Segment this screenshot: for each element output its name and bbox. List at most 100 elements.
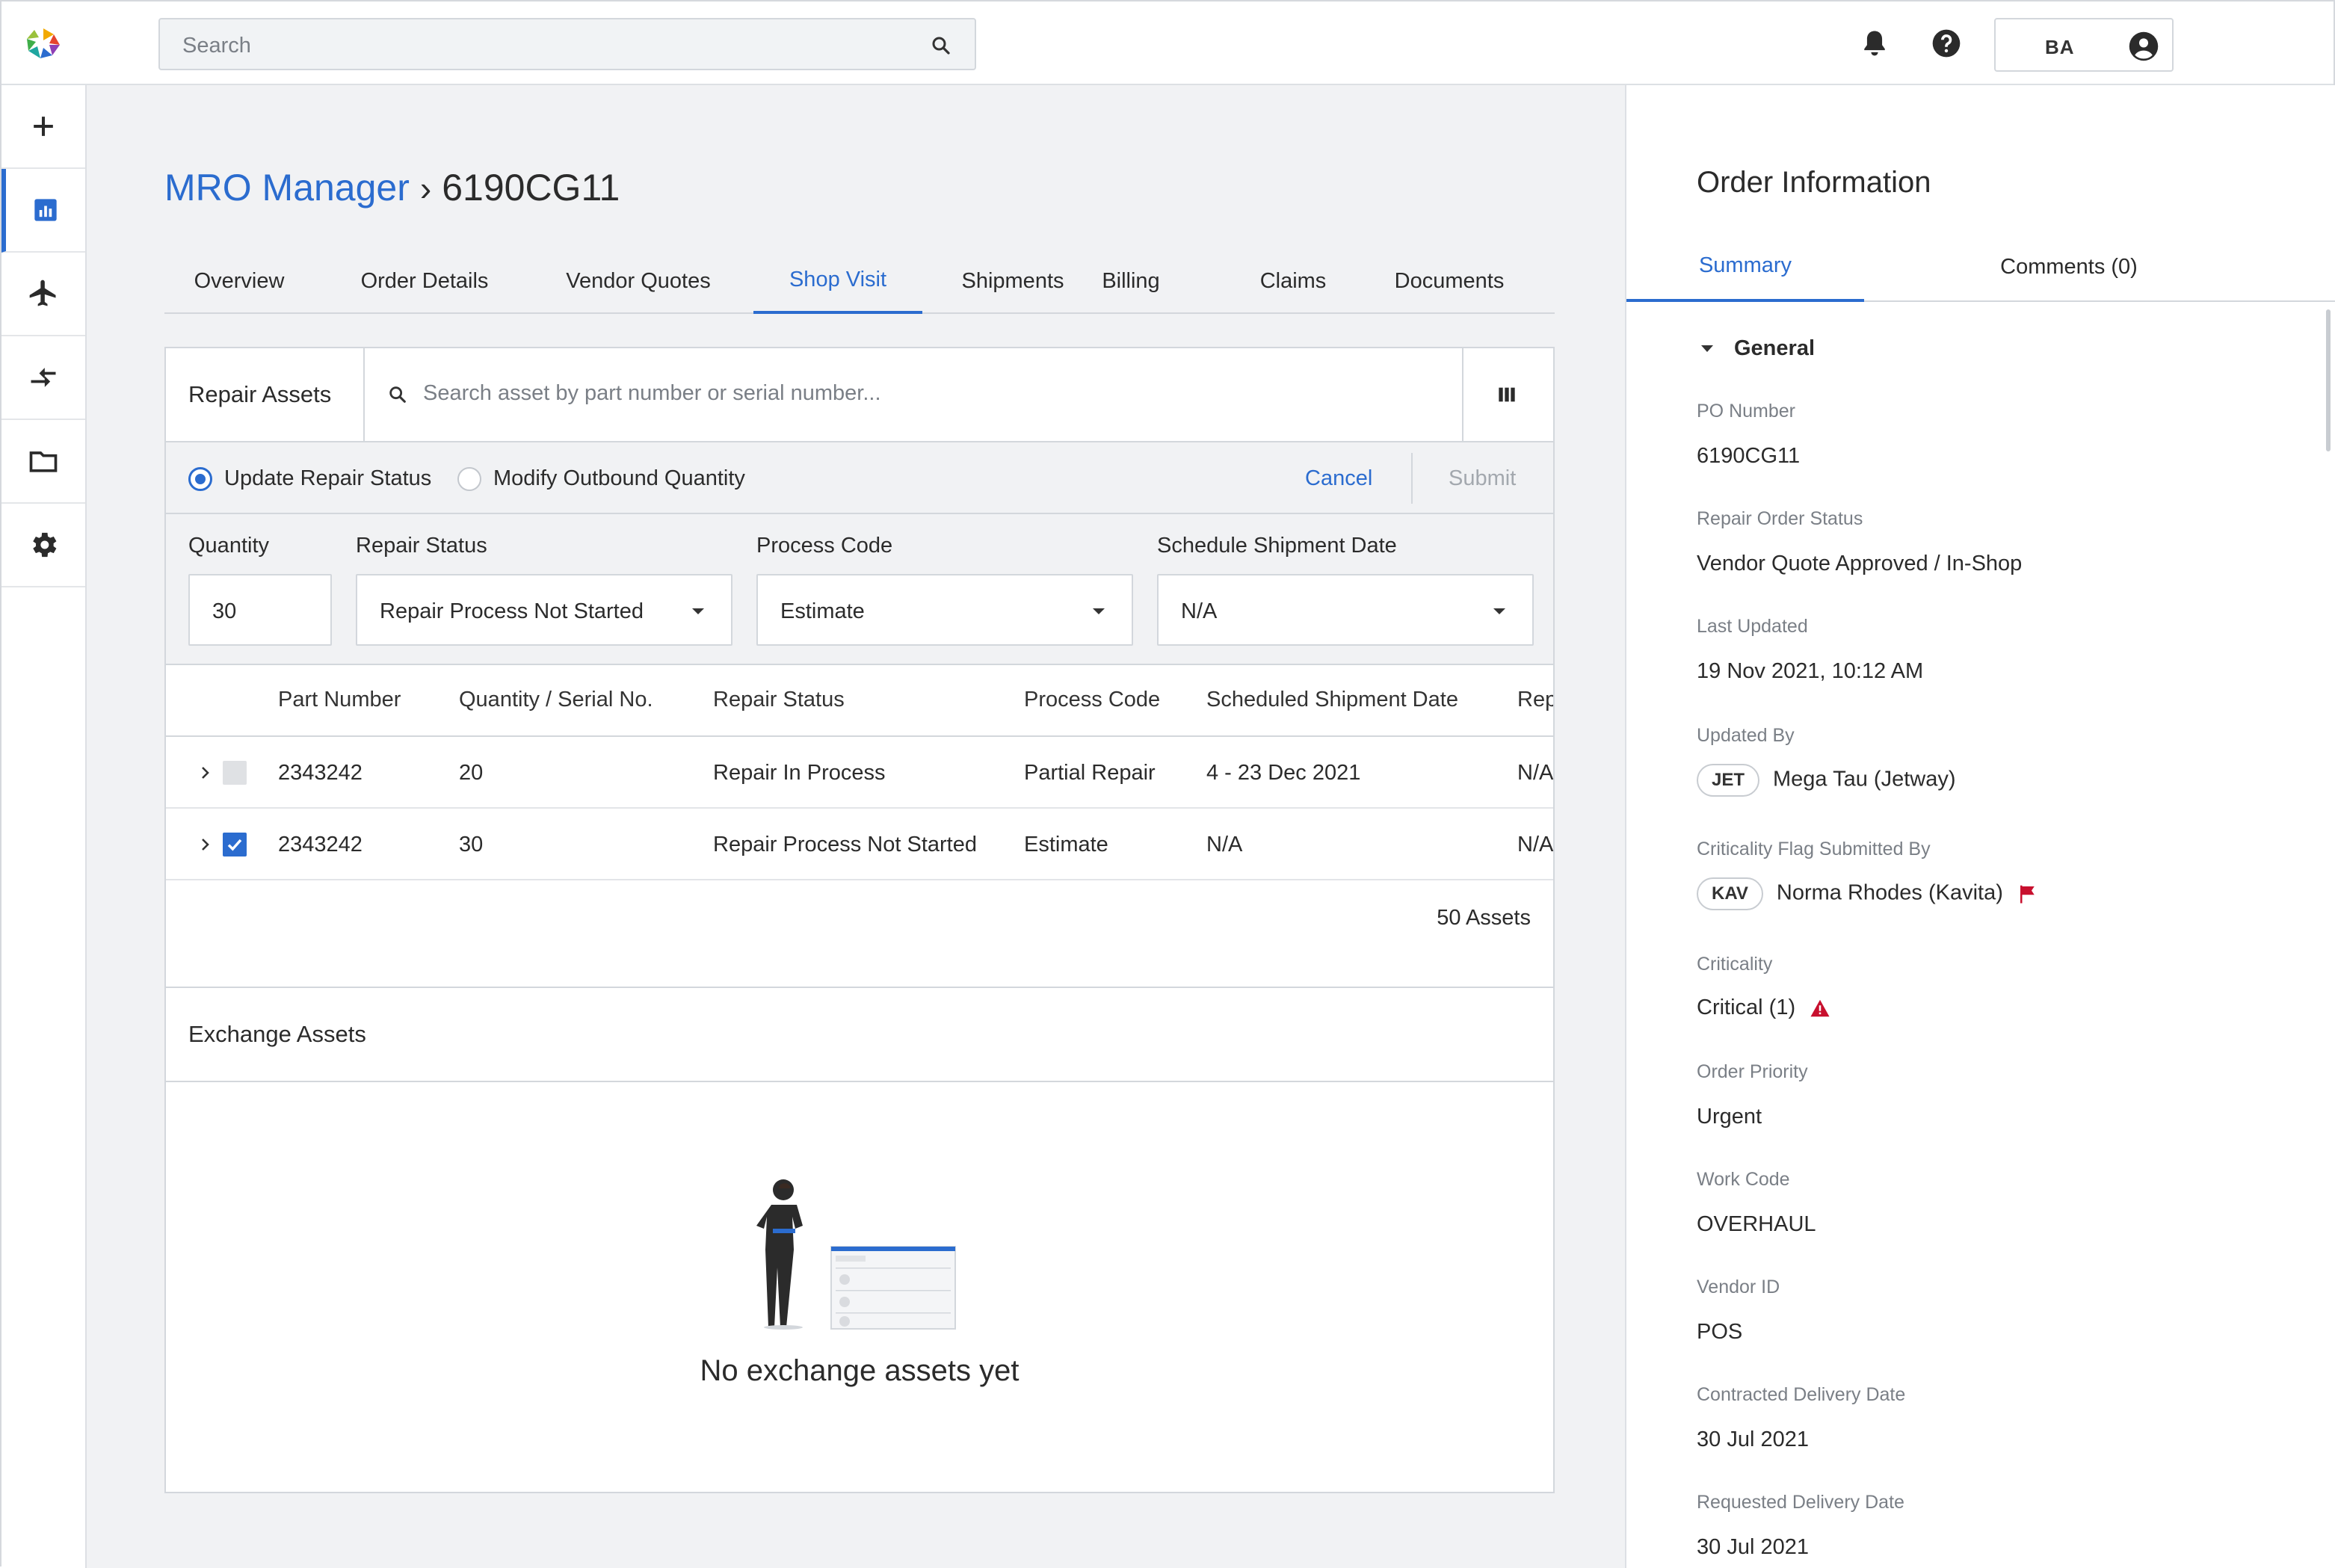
order-priority-value: Urgent	[1697, 1105, 1762, 1129]
repair-order-status-value: Vendor Quote Approved / In-Shop	[1697, 552, 2023, 575]
bar-chart-icon	[34, 199, 57, 221]
plus-icon	[34, 117, 53, 136]
nav-documents-item[interactable]	[1, 420, 85, 504]
general-section-toggle[interactable]: General	[1701, 336, 1815, 361]
cancel-button[interactable]: Cancel	[1305, 466, 1372, 491]
tab-shop-visit[interactable]: Shop Visit	[753, 248, 922, 314]
cell-quantity: 30	[459, 833, 484, 856]
schedule-shipment-date-label: Schedule Shipment Date	[1157, 534, 1397, 558]
chevron-right-icon[interactable]	[196, 836, 214, 854]
updated-by-value: Mega Tau (Jetway)	[1773, 767, 1956, 791]
modify-outbound-quantity-radio[interactable]	[457, 467, 481, 491]
repair-assets-header: Repair Assets Search asset by part numbe…	[166, 348, 1553, 442]
tab-documents[interactable]: Documents	[1393, 248, 1505, 314]
cell-rep: N/A	[1517, 761, 1553, 785]
column-header-repair-status[interactable]: Repair Status	[713, 688, 845, 712]
global-search-input[interactable]: Search	[158, 18, 976, 70]
asset-count: 50 Assets	[1437, 906, 1531, 930]
nav-transfers-item[interactable]	[1, 336, 85, 420]
panel-title: Order Information	[1697, 166, 1931, 199]
search-icon[interactable]	[930, 34, 952, 57]
last-updated-label: Last Updated	[1697, 616, 1808, 637]
nav-create-item[interactable]	[1, 85, 85, 169]
update-repair-status-radio[interactable]	[188, 467, 212, 491]
table-row[interactable]: 2343242 30 Repair Process Not Started Es…	[166, 809, 1553, 880]
user-initials: BA	[2045, 36, 2075, 58]
order-information-panel: Order Information Summary Comments (0) G…	[1625, 85, 2335, 1568]
chevron-down-icon	[692, 608, 704, 614]
cell-repair-status: Repair Process Not Started	[713, 833, 977, 856]
tab-billing[interactable]: Billing	[1094, 248, 1168, 314]
table-row[interactable]: 2343242 20 Repair In Process Partial Rep…	[166, 737, 1553, 809]
tab-vendor-quotes[interactable]: Vendor Quotes	[559, 248, 718, 314]
app-logo-icon[interactable]	[24, 27, 63, 60]
action-divider	[1411, 453, 1413, 504]
column-header-part-number[interactable]: Part Number	[278, 688, 401, 712]
asset-search-placeholder: Search asset by part number or serial nu…	[423, 381, 881, 405]
update-repair-status-label[interactable]: Update Repair Status	[224, 466, 431, 491]
tab-order-details[interactable]: Order Details	[357, 248, 492, 314]
breadcrumb-app-link[interactable]: MRO Manager	[164, 167, 410, 209]
nav-dashboard-item[interactable]	[1, 169, 85, 253]
repair-assets-title: Repair Assets	[188, 381, 332, 407]
account-circle-icon	[2129, 31, 2159, 61]
quantity-input[interactable]: 30	[188, 574, 332, 646]
tab-overview[interactable]: Overview	[194, 248, 285, 314]
help-icon[interactable]	[1930, 27, 1963, 60]
cell-part-number: 2343242	[278, 833, 363, 856]
cell-part-number: 2343242	[278, 761, 363, 785]
column-header-process-code[interactable]: Process Code	[1024, 688, 1160, 712]
cell-process-code: Estimate	[1024, 833, 1108, 856]
schedule-shipment-date-select[interactable]: N/A	[1157, 574, 1534, 646]
left-nav-rail	[1, 85, 87, 1568]
tab-shipments[interactable]: Shipments	[957, 248, 1069, 314]
row-checkbox-checked[interactable]	[223, 833, 247, 856]
org-tag: KAV	[1697, 877, 1763, 910]
row-checkbox[interactable]	[223, 761, 247, 785]
process-code-label: Process Code	[756, 534, 893, 558]
po-number-label: PO Number	[1697, 401, 1795, 422]
search-placeholder: Search	[182, 34, 251, 58]
app-window: Search BA MRO Manager › 6190CG11 Overvie…	[0, 0, 2335, 1568]
chevron-down-icon	[1493, 608, 1505, 614]
repair-status-label: Repair Status	[356, 534, 487, 558]
order-priority-label: Order Priority	[1697, 1061, 1808, 1082]
nav-flights-item[interactable]	[1, 253, 85, 336]
breadcrumb-separator: ›	[419, 169, 432, 208]
nav-settings-item[interactable]	[1, 504, 85, 587]
chevron-down-icon	[1093, 608, 1105, 614]
column-header-rep[interactable]: Rep	[1517, 688, 1553, 712]
tab-summary[interactable]: Summary	[1626, 232, 1864, 302]
general-section-title: General	[1734, 336, 1815, 360]
process-code-select[interactable]: Estimate	[756, 574, 1133, 646]
asset-search-input[interactable]: Search asset by part number or serial nu…	[363, 348, 1463, 441]
repair-status-select[interactable]: Repair Process Not Started	[356, 574, 732, 646]
org-tag: JET	[1697, 764, 1760, 797]
cell-shipment-date: 4 - 23 Dec 2021	[1206, 761, 1361, 785]
tab-claims[interactable]: Claims	[1259, 248, 1327, 314]
updated-by-row: JET Mega Tau (Jetway)	[1697, 764, 1955, 797]
tab-comments[interactable]: Comments (0)	[1918, 232, 2220, 302]
empty-state-message: No exchange assets yet	[700, 1354, 1020, 1387]
panel-scrollbar[interactable]	[2326, 309, 2331, 451]
exchange-assets-header: Exchange Assets	[166, 988, 1553, 1082]
airplane-icon	[29, 280, 56, 306]
column-header-scheduled-shipment-date[interactable]: Scheduled Shipment Date	[1206, 688, 1458, 712]
criticality-row: Critical (1)	[1697, 996, 1831, 1020]
column-settings-icon[interactable]	[1495, 383, 1519, 407]
submit-button[interactable]: Submit	[1449, 466, 1516, 491]
chevron-right-icon[interactable]	[196, 764, 214, 782]
column-header-quantity-serial[interactable]: Quantity / Serial No.	[459, 688, 653, 712]
exchange-assets-card: Exchange Assets No exchange assets yet	[164, 987, 1555, 1493]
modify-outbound-quantity-label[interactable]: Modify Outbound Quantity	[493, 466, 745, 491]
cell-shipment-date: N/A	[1206, 833, 1243, 856]
requested-delivery-date-label: Requested Delivery Date	[1697, 1492, 1904, 1513]
notifications-bell-icon[interactable]	[1858, 27, 1891, 60]
work-code-label: Work Code	[1697, 1169, 1790, 1190]
quantity-value: 30	[212, 599, 237, 623]
panel-tabs: Summary Comments (0)	[1626, 232, 2335, 302]
schedule-shipment-date-value: N/A	[1181, 599, 1218, 623]
user-menu-button[interactable]: BA	[1994, 18, 2174, 72]
folder-icon	[29, 451, 58, 472]
contracted-delivery-date-label: Contracted Delivery Date	[1697, 1384, 1906, 1405]
